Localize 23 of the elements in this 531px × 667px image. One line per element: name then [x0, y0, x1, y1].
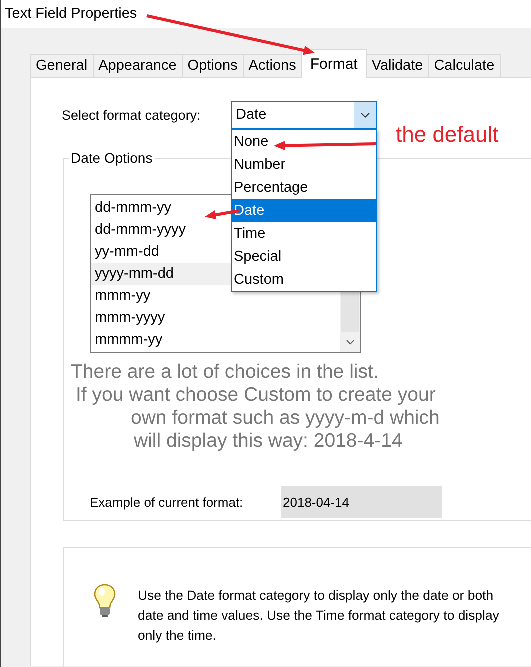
- dropdown-option[interactable]: None: [232, 130, 376, 153]
- tab[interactable]: Calculate: [428, 54, 501, 78]
- tab[interactable]: Format: [301, 49, 367, 78]
- format-dropdown[interactable]: Date: [231, 101, 377, 129]
- annotation-text: own format such as yyyy-m-d which: [131, 407, 440, 429]
- example-value: 2018-04-14: [281, 486, 442, 518]
- group-title: Date Options: [70, 150, 154, 166]
- dropdown-option[interactable]: Custom: [232, 268, 376, 291]
- window-title: Text Field Properties: [5, 6, 138, 22]
- dropdown-option[interactable]: Percentage: [232, 176, 376, 199]
- dropdown-option[interactable]: Time: [232, 222, 376, 245]
- dropdown-option[interactable]: Number: [232, 153, 376, 176]
- example-label: Example of current format:: [90, 494, 244, 510]
- annotation-text: If you want choose Custom to create your: [76, 384, 436, 406]
- field-label: Select format category:: [61, 108, 202, 122]
- annotation-text: will display this way: 2018-4-14: [134, 430, 403, 452]
- annotation-text: the default: [396, 122, 499, 148]
- tip-text: Use the Date format category to display only the date or both date and time values. Use the Time format category to display only the time.: [138, 587, 500, 645]
- lightbulb-icon: [94, 584, 116, 618]
- dropdown-option[interactable]: Date: [232, 199, 376, 222]
- dropdown-option[interactable]: Special: [232, 245, 376, 268]
- tab[interactable]: General: [30, 54, 94, 78]
- annotation-text: There are a lot of choices in the list.: [71, 361, 379, 383]
